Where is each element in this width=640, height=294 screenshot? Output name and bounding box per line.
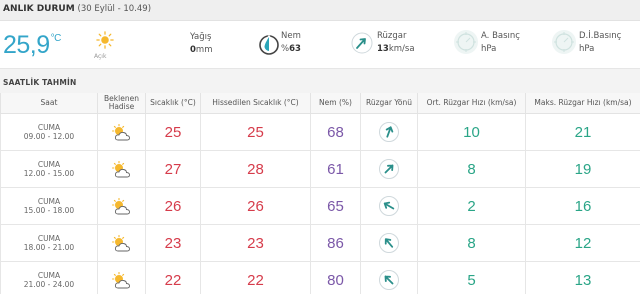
avg-wind-cell: 8 bbox=[417, 225, 525, 262]
col-header-feels-like: Hissedilen Sıcaklık (°C) bbox=[200, 93, 310, 114]
pressure-label: A. Basınç bbox=[481, 31, 520, 41]
hourly-forecast-table: Saat Beklenen Hadise Sıcaklık (°C) Hissed… bbox=[0, 93, 640, 294]
feels-like-cell: 28 bbox=[200, 151, 310, 188]
current-temperature: 25,9°C bbox=[3, 31, 61, 59]
wind-direction-icon bbox=[379, 233, 399, 253]
col-header-humidity: Nem (%) bbox=[310, 93, 360, 114]
time-cell: CUMA 15.00 - 18.00 bbox=[0, 188, 97, 225]
max-wind-cell: 12 bbox=[525, 225, 640, 262]
pressure-unit: hPa bbox=[481, 44, 497, 54]
humidity-cell: 61 bbox=[310, 151, 360, 188]
humidity-cell: 65 bbox=[310, 188, 360, 225]
hourly-forecast-header: SAATLİK TAHMİN bbox=[0, 68, 640, 93]
forecast-cell bbox=[97, 188, 145, 225]
forecast-cell bbox=[97, 225, 145, 262]
humidity-cell: 68 bbox=[310, 114, 360, 151]
time-range: 21.00 - 24.00 bbox=[23, 280, 75, 289]
col-header-avg-wind: Ort. Rüzgar Hızı (km/sa) bbox=[417, 93, 525, 114]
temperature-cell: 23 bbox=[145, 225, 200, 262]
table-row: CUMA 21.00 - 24.00 22 22 80 5 13 bbox=[0, 262, 640, 294]
avg-wind-cell: 2 bbox=[417, 188, 525, 225]
table-row: CUMA 09.00 - 12.00 25 25 68 10 21 bbox=[0, 114, 640, 151]
sea-pressure-label: D.İ.Basınç bbox=[579, 31, 622, 41]
partly-cloudy-icon bbox=[111, 271, 130, 289]
max-wind-cell: 19 bbox=[525, 151, 640, 188]
feels-like-cell: 22 bbox=[200, 262, 310, 294]
current-conditions-header: ANLIK DURUM (30 Eylül - 10.49) bbox=[0, 0, 640, 21]
col-header-max-wind: Maks. Rüzgar Hızı (km/sa) bbox=[525, 93, 640, 114]
table-header-row: Saat Beklenen Hadise Sıcaklık (°C) Hissed… bbox=[0, 93, 640, 114]
hourly-forecast-title: SAATLİK TAHMİN bbox=[3, 78, 77, 87]
day-label: CUMA bbox=[37, 159, 61, 169]
temperature-cell: 27 bbox=[145, 151, 200, 188]
table-row: CUMA 12.00 - 15.00 27 28 61 8 19 bbox=[0, 151, 640, 188]
wind-direction-icon bbox=[379, 270, 399, 290]
sea-pressure-icon bbox=[552, 30, 576, 54]
wind-direction-cell bbox=[360, 262, 417, 294]
avg-wind-cell: 5 bbox=[417, 262, 525, 294]
current-conditions-panel: 25,9°C Açık Yağış 0mm Nem %63 Rüzgar 13k… bbox=[0, 21, 640, 68]
time-cell: CUMA 21.00 - 24.00 bbox=[0, 262, 97, 294]
day-label: CUMA bbox=[37, 270, 61, 280]
partly-cloudy-icon bbox=[111, 197, 130, 215]
rain-label: Yağış bbox=[190, 32, 212, 42]
wind-direction-cell bbox=[360, 188, 417, 225]
time-cell: CUMA 09.00 - 12.00 bbox=[0, 114, 97, 151]
forecast-cell bbox=[97, 262, 145, 294]
time-cell: CUMA 12.00 - 15.00 bbox=[0, 151, 97, 188]
partly-cloudy-icon bbox=[111, 160, 130, 178]
feels-like-cell: 26 bbox=[200, 188, 310, 225]
forecast-cell bbox=[97, 151, 145, 188]
wind-label: Rüzgar bbox=[377, 31, 407, 41]
col-header-time: Saat bbox=[0, 93, 97, 114]
rain-value: 0mm bbox=[190, 45, 213, 55]
partly-cloudy-icon bbox=[111, 234, 130, 252]
humidity-cell: 80 bbox=[310, 262, 360, 294]
col-header-temperature: Sıcaklık (°C) bbox=[145, 93, 200, 114]
temperature-cell: 22 bbox=[145, 262, 200, 294]
wind-value: 13km/sa bbox=[377, 44, 415, 54]
col-header-wind-direction: Rüzgar Yönü bbox=[360, 93, 417, 114]
max-wind-cell: 21 bbox=[525, 114, 640, 151]
wind-direction-cell bbox=[360, 114, 417, 151]
time-range: 12.00 - 15.00 bbox=[23, 169, 75, 178]
table-row: CUMA 18.00 - 21.00 23 23 86 8 12 bbox=[0, 225, 640, 262]
humidity-icon bbox=[259, 35, 279, 55]
max-wind-cell: 16 bbox=[525, 188, 640, 225]
wind-direction-icon bbox=[379, 196, 399, 216]
time-cell: CUMA 18.00 - 21.00 bbox=[0, 225, 97, 262]
day-label: CUMA bbox=[37, 122, 61, 132]
feels-like-cell: 25 bbox=[200, 114, 310, 151]
observation-date: (30 Eylül - 10.49) bbox=[77, 4, 152, 14]
table-row: CUMA 15.00 - 18.00 26 26 65 2 16 bbox=[0, 188, 640, 225]
time-range: 18.00 - 21.00 bbox=[23, 243, 75, 252]
humidity-cell: 86 bbox=[310, 225, 360, 262]
time-range: 15.00 - 18.00 bbox=[23, 206, 75, 215]
avg-wind-cell: 10 bbox=[417, 114, 525, 151]
feels-like-cell: 23 bbox=[200, 225, 310, 262]
wind-direction-cell bbox=[360, 151, 417, 188]
avg-wind-cell: 8 bbox=[417, 151, 525, 188]
condition-text: Açık bbox=[94, 53, 107, 60]
partly-cloudy-icon bbox=[111, 123, 130, 141]
sun-icon bbox=[96, 31, 114, 49]
wind-direction-icon bbox=[379, 122, 399, 142]
temperature-cell: 26 bbox=[145, 188, 200, 225]
wind-direction-icon bbox=[379, 159, 399, 179]
sea-pressure-unit: hPa bbox=[579, 44, 595, 54]
wind-direction-cell bbox=[360, 225, 417, 262]
pressure-icon bbox=[454, 30, 478, 54]
humidity-value: %63 bbox=[281, 44, 301, 54]
day-label: CUMA bbox=[37, 233, 61, 243]
forecast-cell bbox=[97, 114, 145, 151]
temperature-cell: 25 bbox=[145, 114, 200, 151]
current-conditions-title: ANLIK DURUM (30 Eylül - 10.49) bbox=[3, 4, 152, 14]
day-label: CUMA bbox=[37, 196, 61, 206]
time-range: 09.00 - 12.00 bbox=[23, 132, 75, 141]
col-header-forecast: Beklenen Hadise bbox=[97, 93, 145, 114]
max-wind-cell: 13 bbox=[525, 262, 640, 294]
humidity-label: Nem bbox=[281, 31, 301, 41]
wind-direction-icon bbox=[351, 32, 373, 54]
